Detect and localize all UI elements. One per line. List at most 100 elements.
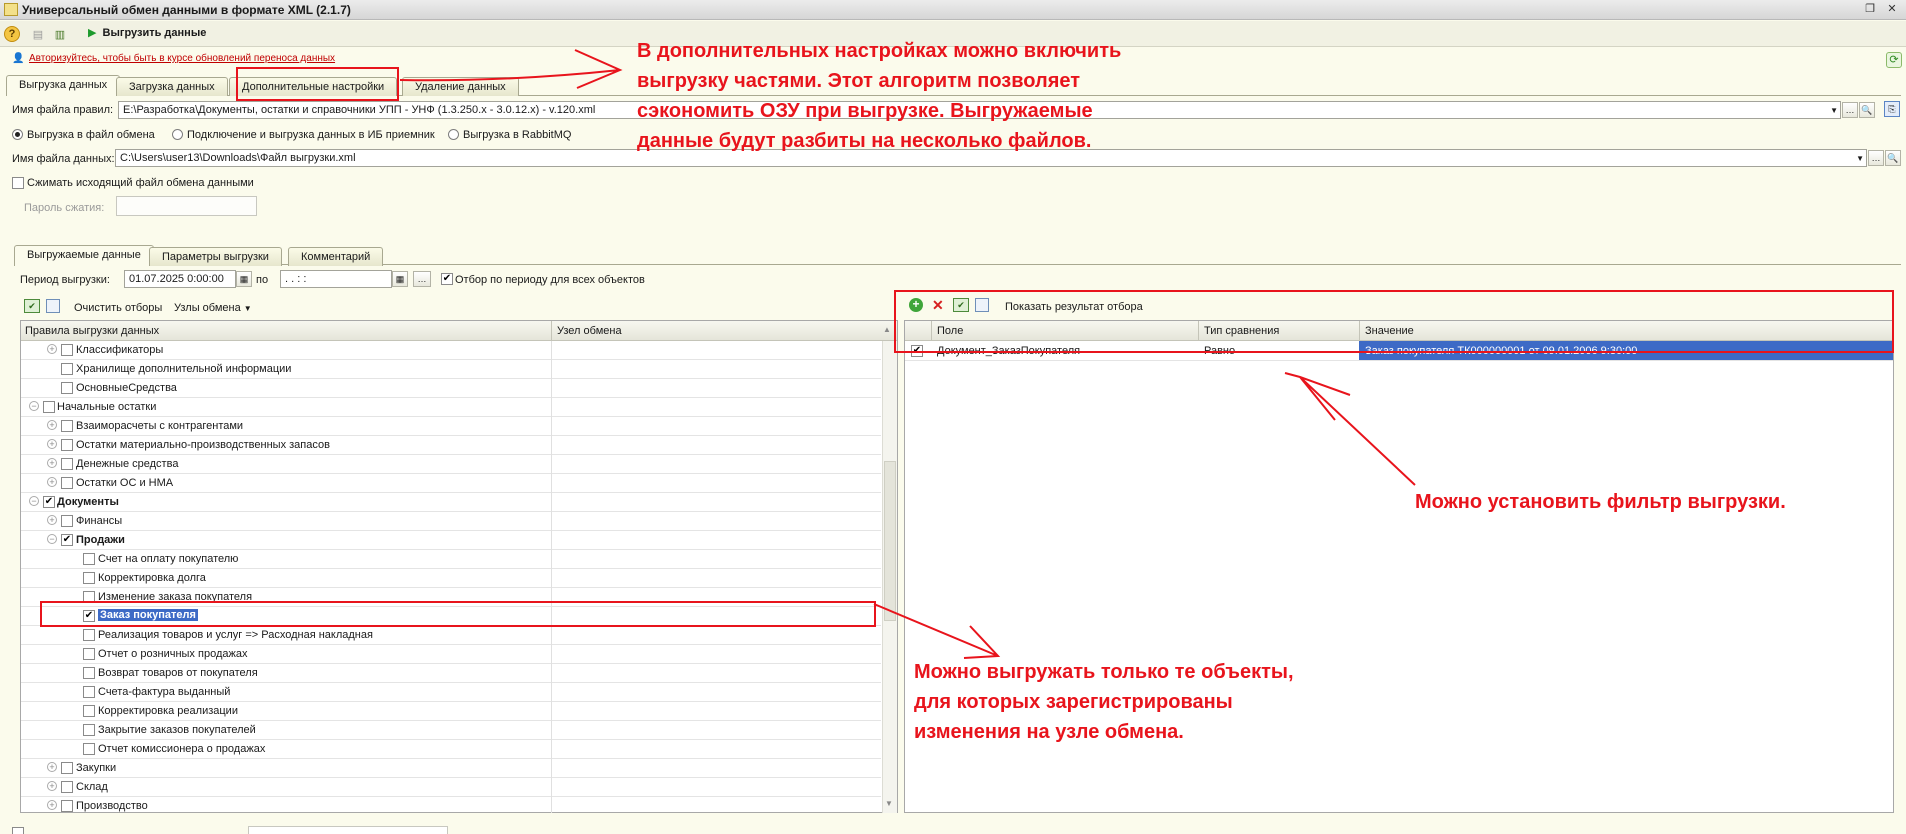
filter-all-checkbox[interactable]: ✔ — [441, 273, 453, 285]
row-checkbox[interactable] — [83, 648, 95, 660]
clear-filters-button[interactable]: Очистить отборы — [74, 302, 162, 314]
row-checkbox[interactable] — [83, 667, 95, 679]
row-checkbox[interactable] — [61, 762, 73, 774]
column-rules[interactable]: Правила выгрузки данных — [25, 325, 159, 337]
table-row[interactable]: − ✔ Документы — [21, 493, 881, 512]
vertical-scrollbar[interactable]: ▼ — [882, 341, 897, 813]
tab-import[interactable]: Загрузка данных — [116, 77, 228, 96]
row-checkbox[interactable] — [83, 705, 95, 717]
row-checkbox[interactable] — [83, 686, 95, 698]
table-row[interactable]: + Денежные средства — [21, 455, 881, 474]
expand-icon[interactable]: + — [47, 439, 57, 449]
row-checkbox[interactable] — [61, 439, 73, 451]
expand-icon[interactable]: + — [47, 762, 57, 772]
row-checkbox[interactable] — [83, 629, 95, 641]
tab-export[interactable]: Выгрузка данных — [6, 75, 121, 96]
column-exchange-node[interactable]: Узел обмена — [557, 325, 622, 337]
row-checkbox[interactable] — [43, 401, 55, 413]
collapse-icon[interactable]: − — [29, 401, 39, 411]
table-row[interactable]: − Начальные остатки — [21, 398, 881, 417]
row-checkbox[interactable] — [61, 363, 73, 375]
table-row[interactable]: + Финансы — [21, 512, 881, 531]
table-row[interactable]: + Остатки ОС и НМА — [21, 474, 881, 493]
row-checkbox[interactable] — [61, 458, 73, 470]
search-icon[interactable]: 🔍 — [1859, 102, 1875, 118]
table-row[interactable]: Корректировка долга — [21, 569, 881, 588]
expand-icon[interactable]: + — [47, 781, 57, 791]
scroll-down-icon[interactable]: ▼ — [885, 799, 893, 808]
tab-exported-data[interactable]: Выгружаемые данные — [14, 245, 154, 266]
table-row[interactable]: Отчет комиссионера о продажах — [21, 740, 881, 759]
exchange-nodes-button[interactable]: Узлы обмена ▼ — [174, 302, 252, 314]
row-checkbox[interactable] — [61, 477, 73, 489]
expand-icon[interactable]: + — [47, 458, 57, 468]
row-checkbox[interactable] — [61, 382, 73, 394]
scroll-up-icon[interactable]: ▲ — [883, 325, 891, 334]
compress-checkbox[interactable] — [12, 177, 24, 189]
tab-comment[interactable]: Комментарий — [288, 247, 384, 266]
row-checkbox[interactable]: ✔ — [43, 496, 55, 508]
table-row[interactable]: + Закупки — [21, 759, 881, 778]
row-checkbox[interactable]: ✔ — [61, 534, 73, 546]
table-row[interactable]: + Производство — [21, 797, 881, 813]
expand-icon[interactable]: + — [47, 800, 57, 810]
table-row[interactable]: Отчет о розничных продажах — [21, 645, 881, 664]
table-row[interactable]: + Склад — [21, 778, 881, 797]
table-row[interactable]: + Классификаторы — [21, 341, 881, 360]
file-settings-icon[interactable]: ⎘ — [1884, 101, 1900, 117]
row-checkbox[interactable] — [83, 724, 95, 736]
row-checkbox[interactable] — [83, 743, 95, 755]
password-input[interactable] — [116, 196, 257, 216]
period-ellipsis-button[interactable]: … — [413, 271, 431, 287]
ellipsis-button[interactable]: … — [1842, 102, 1858, 118]
period-from-input[interactable]: 01.07.2025 0:00:00 — [124, 270, 236, 288]
row-checkbox[interactable] — [83, 553, 95, 565]
radio-export-to-file[interactable] — [12, 129, 23, 140]
ellipsis-button[interactable]: … — [1868, 150, 1884, 166]
table-row[interactable]: Счета-фактура выданный — [21, 683, 881, 702]
collapse-icon[interactable]: − — [47, 534, 57, 544]
row-checkbox[interactable] — [61, 344, 73, 356]
table-row[interactable]: + Остатки материально-производственных за… — [21, 436, 881, 455]
expand-icon[interactable]: + — [47, 344, 57, 354]
period-to-input[interactable]: . . : : — [280, 270, 392, 288]
open-icon[interactable]: ▥ — [52, 26, 68, 42]
row-checkbox[interactable] — [83, 572, 95, 584]
table-row[interactable]: Корректировка реализации — [21, 702, 881, 721]
dropdown-arrow-icon[interactable]: ▼ — [1856, 154, 1864, 163]
refresh-icon[interactable]: ⟳ — [1886, 52, 1902, 68]
help-icon[interactable]: ? — [4, 26, 20, 42]
table-row[interactable]: − ✔ Продажи — [21, 531, 881, 550]
expand-icon[interactable]: + — [47, 420, 57, 430]
row-checkbox[interactable] — [61, 515, 73, 527]
row-checkbox[interactable] — [61, 420, 73, 432]
restore-icon[interactable]: ❐ — [1862, 2, 1878, 17]
table-row[interactable]: + Взаиморасчеты с контрагентами — [21, 417, 881, 436]
export-button[interactable]: ▶ Выгрузить данные — [84, 25, 210, 43]
auth-link[interactable]: Авторизуйтесь, чтобы быть в курсе обновл… — [29, 53, 335, 64]
calendar-icon[interactable]: ▦ — [392, 271, 408, 287]
table-row[interactable]: Реализация товаров и услуг => Расходная … — [21, 626, 881, 645]
row-checkbox[interactable] — [61, 800, 73, 812]
table-row[interactable]: ОсновныеСредства — [21, 379, 881, 398]
bottom-checkbox[interactable] — [12, 827, 24, 834]
save-icon[interactable]: ▤ — [30, 26, 46, 42]
radio-rabbitmq[interactable] — [448, 129, 459, 140]
expand-icon[interactable]: + — [47, 477, 57, 487]
expand-icon[interactable]: + — [47, 515, 57, 525]
table-row[interactable]: Хранилище дополнительной информации — [21, 360, 881, 379]
close-icon[interactable]: ✕ — [1884, 2, 1900, 17]
table-row[interactable]: Счет на оплату покупателю — [21, 550, 881, 569]
tab-export-parameters[interactable]: Параметры выгрузки — [149, 247, 282, 266]
bottom-input[interactable] — [248, 826, 448, 834]
table-row[interactable]: Возврат товаров от покупателя — [21, 664, 881, 683]
dropdown-arrow-icon[interactable]: ▼ — [1830, 106, 1838, 115]
calendar-icon[interactable]: ▦ — [236, 271, 252, 287]
table-row[interactable]: Закрытие заказов покупателей — [21, 721, 881, 740]
copy-icon[interactable] — [46, 299, 60, 313]
search-icon[interactable]: 🔍 — [1885, 150, 1901, 166]
collapse-icon[interactable]: − — [29, 496, 39, 506]
row-checkbox[interactable] — [61, 781, 73, 793]
radio-connect-export[interactable] — [172, 129, 183, 140]
check-all-icon[interactable]: ✔ — [24, 299, 40, 313]
